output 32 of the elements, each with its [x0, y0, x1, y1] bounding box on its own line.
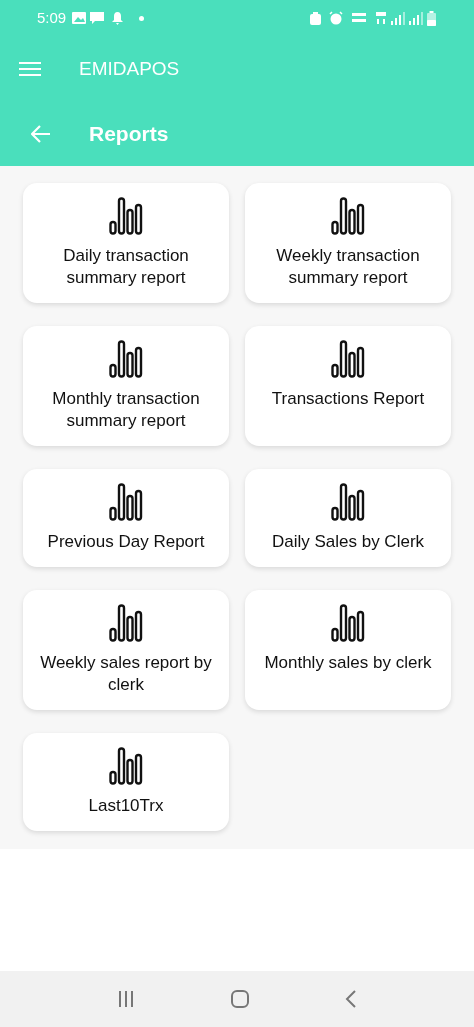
bar-chart-icon — [331, 483, 365, 521]
report-card[interactable]: Weekly sales report by clerk — [23, 590, 229, 710]
alarm-icon — [329, 11, 343, 25]
app-title: EMIDAPOS — [79, 56, 180, 81]
report-card[interactable]: Weekly transaction summary report — [245, 183, 451, 303]
bar-chart-icon — [109, 747, 143, 785]
bar-chart-icon — [331, 197, 365, 235]
message-icon — [90, 11, 105, 25]
status-time: 5:09 — [37, 7, 67, 28]
bar-chart-icon — [109, 483, 143, 521]
bar-chart-icon — [331, 340, 365, 378]
dot-icon — [139, 15, 145, 21]
bar-chart-icon — [109, 340, 143, 378]
report-card[interactable]: Monthly transaction summary report — [23, 326, 229, 446]
gallery-icon — [72, 12, 87, 24]
home-icon[interactable] — [230, 989, 250, 1009]
bell-icon — [112, 11, 124, 25]
report-card[interactable]: Previous Day Report — [23, 469, 229, 567]
report-card[interactable]: Last10Trx — [23, 733, 229, 831]
report-card[interactable]: Daily transaction summary report — [23, 183, 229, 303]
back-icon[interactable] — [344, 990, 357, 1008]
signal-icon — [391, 11, 405, 25]
signal-icon — [409, 11, 423, 25]
bar-chart-icon — [331, 604, 365, 642]
battery-icon — [427, 10, 436, 26]
bar-chart-icon — [109, 197, 143, 235]
report-card[interactable]: Daily Sales by Clerk — [245, 469, 451, 567]
bar-chart-icon — [109, 604, 143, 642]
recent-apps-icon[interactable] — [117, 990, 136, 1008]
report-card[interactable]: Monthly sales by clerk — [245, 590, 451, 710]
report-card[interactable]: Transactions Report — [245, 326, 451, 446]
page-title: Reports — [89, 121, 169, 148]
